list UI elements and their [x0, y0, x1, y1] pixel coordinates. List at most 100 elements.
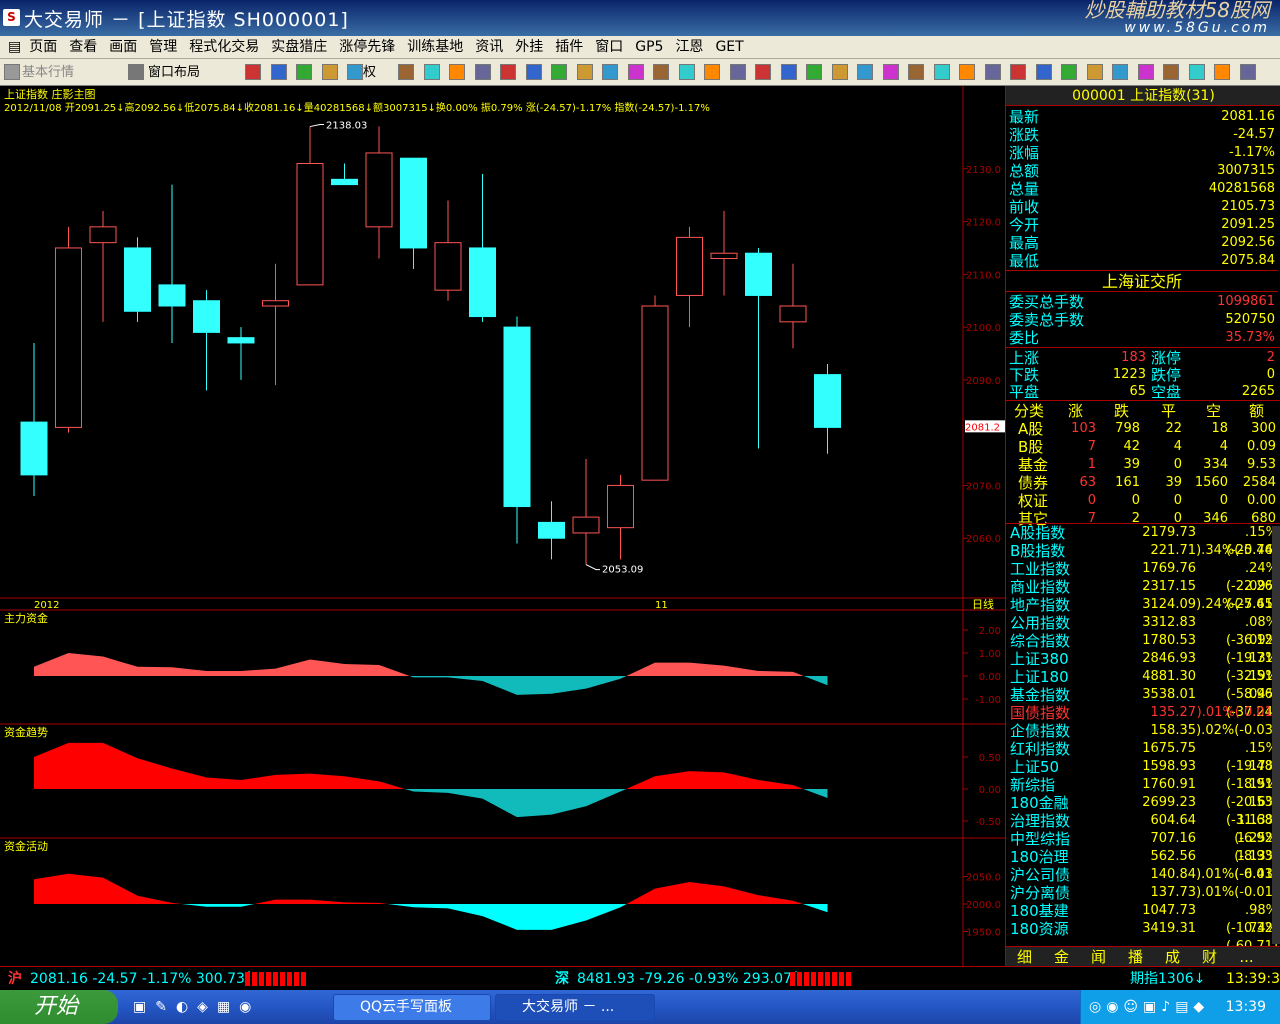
toolbar-tool-icon[interactable]: [347, 64, 363, 80]
toolbar-tool-icon[interactable]: [933, 64, 950, 80]
index-row[interactable]: 地产指数 3124.09).24%(-7.45): [1006, 596, 1280, 614]
quote-tab[interactable]: 金: [1043, 947, 1080, 967]
index-row[interactable]: 红利指数 1675.75.15%(-19.48): [1006, 740, 1280, 774]
menu-item-gp5[interactable]: GP5: [629, 36, 669, 59]
index-row[interactable]: 商业指数 2317.15.09%(-25.61): [1006, 578, 1280, 612]
menu-item-training[interactable]: 训练基地: [401, 36, 469, 59]
index-row[interactable]: 沪公司债 140.84).01%(-0.01): [1006, 866, 1280, 884]
index-row[interactable]: 上证50 1598.93.17%(-18.91): [1006, 758, 1280, 792]
index-row[interactable]: 企债指数 158.35).02%(-0.03): [1006, 722, 1280, 740]
toolbar-tool-icon[interactable]: [653, 64, 669, 80]
index-row[interactable]: 中型综指 707.16 1.25%(-8.93): [1006, 830, 1280, 864]
menu-item-limit-up[interactable]: 涨停先锋: [333, 36, 401, 59]
quote-tab[interactable]: 闻: [1080, 947, 1117, 967]
toolbar-tool-icon[interactable]: [882, 64, 899, 80]
quote-tab[interactable]: 成: [1154, 947, 1191, 967]
toolbar-tool-icon[interactable]: [1188, 64, 1205, 80]
toolbar-tool-icon[interactable]: [500, 64, 516, 80]
toolbar-tool-icon[interactable]: [1086, 64, 1103, 80]
orderbook-value: 520750: [1225, 312, 1275, 327]
toolbar-tool-icon[interactable]: [296, 64, 312, 80]
quote-tab[interactable]: 播: [1117, 947, 1154, 967]
toolbar-tool-icon[interactable]: [1035, 64, 1052, 80]
toolbar-tool-icon[interactable]: [1061, 64, 1077, 80]
menu-item-news[interactable]: 资讯: [469, 36, 509, 59]
quote-tab[interactable]: ...: [1228, 947, 1265, 967]
toolbar-tool-icon[interactable]: [984, 64, 1001, 80]
menu-item-get[interactable]: GET: [709, 36, 749, 59]
index-row[interactable]: 公用指数 3312.83.08%(-36.12): [1006, 614, 1280, 648]
index-row[interactable]: 国债指数 135.27).01%( 0.01): [1006, 704, 1280, 722]
menu-item-window[interactable]: 窗口: [589, 36, 629, 59]
toolbar-tool-icon[interactable]: [474, 64, 491, 80]
quicklaunch-icons[interactable]: ▣✎◐◈▦◉: [133, 999, 260, 1015]
index-row[interactable]: 180基建 1047.73.98%(-10.32): [1006, 902, 1280, 936]
start-button[interactable]: 开始: [0, 990, 118, 1024]
panel-scrollbar[interactable]: [1272, 526, 1280, 944]
toolbar-tool-icon[interactable]: [423, 64, 440, 80]
index-row[interactable]: 综合指数 1780.53.09%(-19.71): [1006, 632, 1280, 666]
rights-button[interactable]: 权: [363, 63, 376, 82]
index-row[interactable]: 上证380 2846.93.13%(-32.51): [1006, 650, 1280, 684]
toolbar-tool-icon[interactable]: [449, 64, 465, 80]
toolbar-tool-icon[interactable]: [398, 64, 414, 80]
chart-area[interactable]: 2.00 1.00 0.00 -1.00 0.50 0.00 -0.50 2050.0 20…: [0, 86, 1005, 966]
index-row[interactable]: 180治理 562.56 1.13%(-6.43): [1006, 848, 1280, 882]
menu-item-manage[interactable]: 管理: [143, 36, 183, 59]
toolbar-tool-icon[interactable]: [1163, 64, 1179, 80]
toolbar-tool-icon[interactable]: [576, 64, 593, 80]
toolbar-tool-icon[interactable]: [551, 64, 567, 80]
toolbar-tool-icon[interactable]: [627, 64, 644, 80]
period-label[interactable]: 日线: [972, 597, 994, 611]
toolbar-tool-icon[interactable]: [245, 64, 261, 80]
toolbar-tool-icon[interactable]: [1137, 64, 1154, 80]
task-qq-handwrite[interactable]: QQ云手写面板: [333, 994, 491, 1021]
toolbar-tool-icon[interactable]: [1214, 64, 1230, 80]
toolbar-tool-icon[interactable]: [806, 64, 822, 80]
menu-item-screen[interactable]: 画面: [103, 36, 143, 59]
toolbar-tool-icon[interactable]: [704, 64, 720, 80]
toolbar-tool-icon[interactable]: [1239, 64, 1256, 80]
toolbar-tool-icon[interactable]: [780, 64, 797, 80]
futures-indicator[interactable]: 期指1306↓: [1130, 967, 1205, 991]
toolbar-tool-icon[interactable]: [729, 64, 746, 80]
index-row[interactable]: 新综指 1760.91.15%(-20.53): [1006, 776, 1280, 810]
index-row[interactable]: 基金指数 3538.01.04%(-37.24): [1006, 686, 1280, 720]
menu-item-hunt[interactable]: 实盘猎庄: [265, 36, 333, 59]
menu-item-program-trade[interactable]: 程式化交易: [183, 36, 265, 59]
index-row[interactable]: 180资源3419.31.74%(-60.71): [1006, 920, 1280, 954]
toolbar-tool-icon[interactable]: [831, 64, 848, 80]
toolbar-tool-icon[interactable]: [755, 64, 771, 80]
index-row[interactable]: B股指数 221.71).34%(-0.76): [1006, 542, 1280, 560]
toolbar-tool-icon[interactable]: [857, 64, 873, 80]
toolbar-tool-icon[interactable]: [525, 64, 542, 80]
menu-item-view[interactable]: 查看: [63, 36, 103, 59]
index-row[interactable]: 工业指数 1769.76.24%(-22.26): [1006, 560, 1280, 594]
basic-quote-button[interactable]: 基本行情: [22, 63, 74, 82]
menu-item-gann[interactable]: 江恩: [669, 36, 709, 59]
index-row[interactable]: 180金融 2699.23.16%(-31.68): [1006, 794, 1280, 828]
menu-item-plugin-ext[interactable]: 外挂: [509, 36, 549, 59]
toolbar-tool-icon[interactable]: [1010, 64, 1026, 80]
window-layout-button[interactable]: 窗口布局: [148, 63, 200, 82]
menu-item-plugins[interactable]: 插件: [549, 36, 589, 59]
toolbar-tool-icon[interactable]: [678, 64, 695, 80]
menu-item-page[interactable]: 页面: [23, 36, 63, 59]
toolbar-tool-icon[interactable]: [908, 64, 924, 80]
quote-tab[interactable]: 财: [1191, 947, 1228, 967]
menu-icon[interactable]: ▤: [0, 36, 23, 59]
index-row[interactable]: 沪分离债 137.73).01%(-0.01): [1006, 884, 1280, 902]
toolbar-tool-icon[interactable]: [270, 64, 287, 80]
tray-icons[interactable]: ◎◉☺▣♪▤◆: [1089, 990, 1209, 1024]
orderbook-row: 委比 35.73%: [1006, 329, 1278, 347]
index-row[interactable]: 上证180 4881.30.19%(-58.96): [1006, 668, 1280, 702]
task-trader[interactable]: 大交易师 － ...: [495, 994, 655, 1021]
toolbar-tool-icon[interactable]: [602, 64, 618, 80]
index-row[interactable]: 治理指数 604.64 1.13%(-6.92): [1006, 812, 1280, 846]
toolbar-tool-icon[interactable]: [1112, 64, 1128, 80]
title-bar[interactable]: S 大交易师 － [上证指数 SH000001] 炒股輔助教材58股网 www.…: [0, 0, 1280, 36]
toolbar-tool-icon[interactable]: [959, 64, 975, 80]
quote-tab[interactable]: 细: [1006, 947, 1043, 967]
index-row[interactable]: A股指数 2179.73.15%(-25.44): [1006, 524, 1280, 558]
toolbar-tool-icon[interactable]: [321, 64, 338, 80]
